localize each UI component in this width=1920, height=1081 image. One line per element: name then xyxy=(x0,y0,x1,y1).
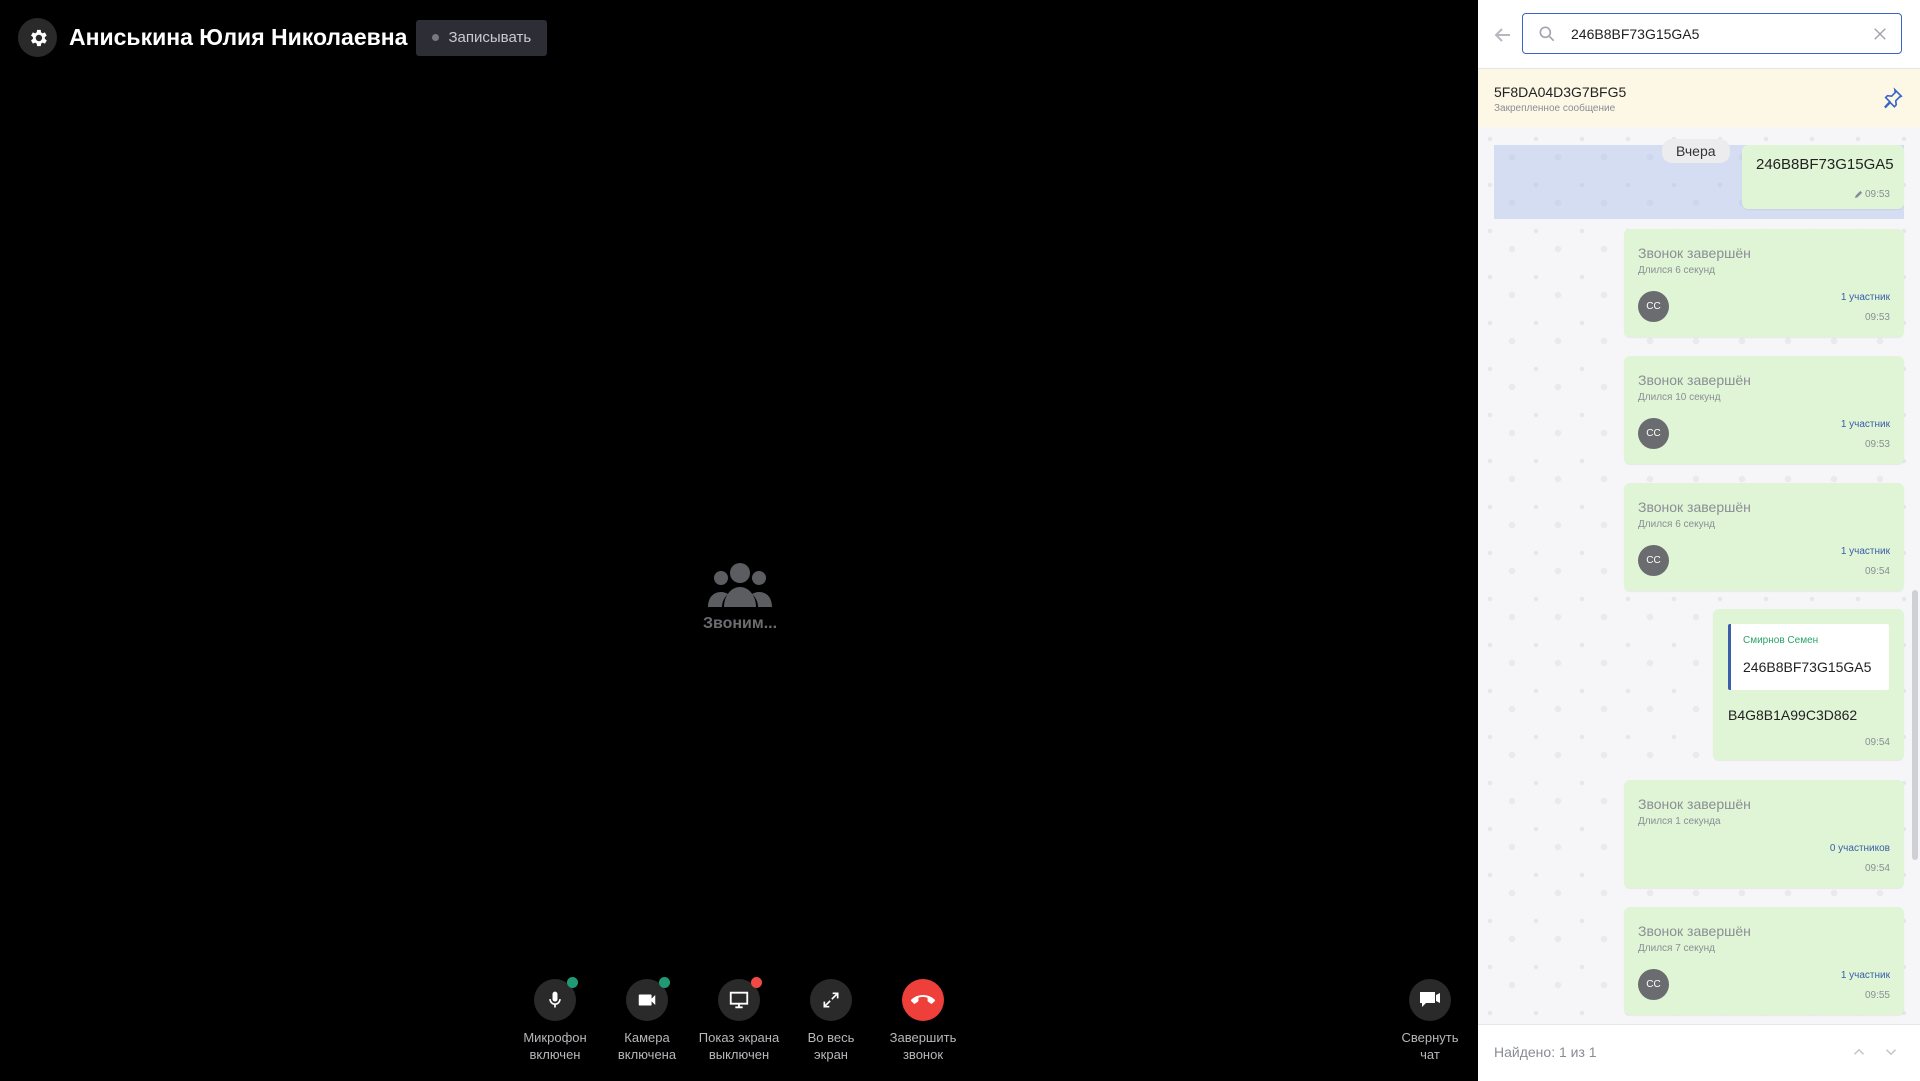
search-result-count: Найдено: 1 из 1 xyxy=(1494,1044,1597,1060)
call-area: Аниськина Юлия Николаевна Записывать Зво… xyxy=(0,0,1478,1080)
close-icon[interactable] xyxy=(1871,25,1889,43)
call-participants[interactable]: 1 участник xyxy=(1841,546,1890,557)
call-ended-message[interactable]: Звонок завершён Длился 10 секунд СС 1 уч… xyxy=(1624,356,1904,464)
call-participants[interactable]: 0 участников xyxy=(1830,843,1890,854)
quoted-message[interactable]: Смирнов Семен 246B8BF73G15GA5 xyxy=(1728,624,1889,690)
avatar: СС xyxy=(1638,969,1669,1000)
collapse-label-2: чат xyxy=(1420,1047,1440,1062)
call-time: 09:53 xyxy=(1864,312,1890,323)
call-title: Звонок завершён xyxy=(1638,372,1751,388)
end-call-label-2: звонок xyxy=(902,1047,944,1062)
pinned-message[interactable]: 5F8DA04D3G7BFG5 Закрепленное сообщение xyxy=(1478,69,1920,127)
message-text: 246B8BF73G15GA5 xyxy=(1756,156,1894,173)
camera-toggle[interactable]: Камера включена xyxy=(597,977,697,1063)
fullscreen-label-2: экран xyxy=(814,1047,848,1062)
chevron-up-icon[interactable] xyxy=(1850,1043,1868,1061)
avatar: СС xyxy=(1638,545,1669,576)
search-bar xyxy=(1478,0,1920,69)
call-title: Звонок завершён xyxy=(1638,796,1751,812)
video-chat-icon xyxy=(1420,992,1440,1007)
call-header: Аниськина Юлия Николаевна Записывать xyxy=(18,18,548,57)
quote-text: 246B8BF73G15GA5 xyxy=(1743,659,1872,675)
record-button[interactable]: Записывать xyxy=(416,19,548,56)
hangup-icon xyxy=(911,995,935,1004)
collapse-chat-button[interactable]: Свернуть чат xyxy=(1380,979,1480,1063)
screen-share-label-2: выключен xyxy=(708,1047,770,1062)
chevron-down-icon[interactable] xyxy=(1882,1043,1900,1061)
search-input[interactable] xyxy=(1571,14,1851,53)
call-duration: Длился 1 секунда xyxy=(1638,816,1721,827)
pinned-text: 5F8DA04D3G7BFG5 xyxy=(1494,84,1627,100)
quote-author: Смирнов Семен xyxy=(1743,635,1819,646)
message-time: 09:54 xyxy=(1864,737,1890,748)
back-button[interactable] xyxy=(1488,20,1518,50)
mic-toggle[interactable]: Микрофон включен xyxy=(505,977,605,1063)
call-participants[interactable]: 1 участник xyxy=(1841,970,1890,981)
camera-status-dot xyxy=(659,977,670,988)
call-title: Звонок завершён xyxy=(1638,923,1751,939)
chat-panel: 5F8DA04D3G7BFG5 Закрепленное сообщение 2… xyxy=(1478,0,1920,1081)
mic-label-2: включен xyxy=(529,1047,581,1062)
collapse-label-1: Свернуть xyxy=(1401,1030,1459,1045)
expand-icon xyxy=(823,992,839,1008)
screen-share-toggle[interactable]: Показ экрана выключен xyxy=(689,977,789,1063)
scrollbar[interactable] xyxy=(1912,590,1918,860)
arrow-left-icon xyxy=(1494,28,1510,42)
call-ended-message[interactable]: Звонок завершён Длился 6 секунд СС 1 уча… xyxy=(1624,229,1904,337)
call-time: 09:53 xyxy=(1864,439,1890,450)
settings-button[interactable] xyxy=(18,18,57,57)
call-participants[interactable]: 1 участник xyxy=(1841,292,1890,303)
calling-label: Звоним... xyxy=(702,615,778,632)
camera-label-2: включена xyxy=(617,1047,677,1062)
mic-label-1: Микрофон xyxy=(523,1030,587,1045)
pin-icon[interactable] xyxy=(1882,87,1904,109)
fullscreen-label-1: Во весь xyxy=(807,1030,855,1045)
call-time: 09:54 xyxy=(1864,863,1890,874)
group-icon xyxy=(708,563,772,607)
gear-icon xyxy=(30,29,47,46)
mic-status-dot xyxy=(567,977,578,988)
call-duration: Длился 10 секунд xyxy=(1638,392,1721,403)
camera-icon xyxy=(638,994,656,1006)
reply-message[interactable]: Смирнов Семен 246B8BF73G15GA5 B4G8B1A99C… xyxy=(1713,609,1904,760)
date-separator: Вчера xyxy=(1662,139,1730,163)
message-time: 09:53 xyxy=(1854,189,1890,200)
message-time-value: 09:53 xyxy=(1864,189,1890,200)
call-title: Звонок завершён xyxy=(1638,245,1751,261)
search-match-message[interactable]: 246B8BF73G15GA5 09:53 xyxy=(1742,145,1904,209)
avatar: СС xyxy=(1638,418,1669,449)
call-duration: Длился 6 секунд xyxy=(1638,519,1715,530)
monitor-icon xyxy=(729,991,749,1009)
search-icon xyxy=(1539,26,1555,42)
microphone-icon xyxy=(549,991,561,1008)
call-title: Звонок завершён xyxy=(1638,499,1751,515)
call-time: 09:54 xyxy=(1864,566,1890,577)
screen-share-status-dot xyxy=(751,977,762,988)
avatar: СС xyxy=(1638,291,1669,322)
fullscreen-button[interactable]: Во весь экран xyxy=(781,979,881,1063)
call-duration: Длился 7 секунд xyxy=(1638,943,1715,954)
pinned-caption: Закрепленное сообщение xyxy=(1494,103,1616,114)
call-participants[interactable]: 1 участник xyxy=(1841,419,1890,430)
call-title: Аниськина Юлия Николаевна xyxy=(69,24,408,50)
call-duration: Длился 6 секунд xyxy=(1638,265,1715,276)
message-text: B4G8B1A99C3D862 xyxy=(1728,707,1858,723)
record-label: Записывать xyxy=(448,29,532,46)
search-field xyxy=(1522,13,1902,54)
call-time: 09:55 xyxy=(1864,990,1890,1001)
end-call-button[interactable]: Завершить звонок xyxy=(873,979,973,1063)
screen-share-label-1: Показ экрана xyxy=(698,1030,780,1045)
call-ended-message[interactable]: Звонок завершён Длился 7 секунд СС 1 уча… xyxy=(1624,907,1904,1015)
call-ended-message[interactable]: Звонок завершён Длился 6 секунд СС 1 уча… xyxy=(1624,483,1904,591)
search-footer: Найдено: 1 из 1 xyxy=(1478,1024,1920,1081)
record-dot-icon xyxy=(432,34,440,41)
edit-icon xyxy=(1854,190,1863,198)
message-list: 246B8BF73G15GA5 09:53 Вчера Звонок завер… xyxy=(1478,127,1920,1024)
call-ended-message[interactable]: Звонок завершён Длился 1 секунда 0 участ… xyxy=(1624,780,1904,888)
end-call-label-1: Завершить xyxy=(889,1030,957,1045)
camera-label-1: Камера xyxy=(624,1030,670,1045)
calling-status: Звоним... xyxy=(660,560,820,633)
